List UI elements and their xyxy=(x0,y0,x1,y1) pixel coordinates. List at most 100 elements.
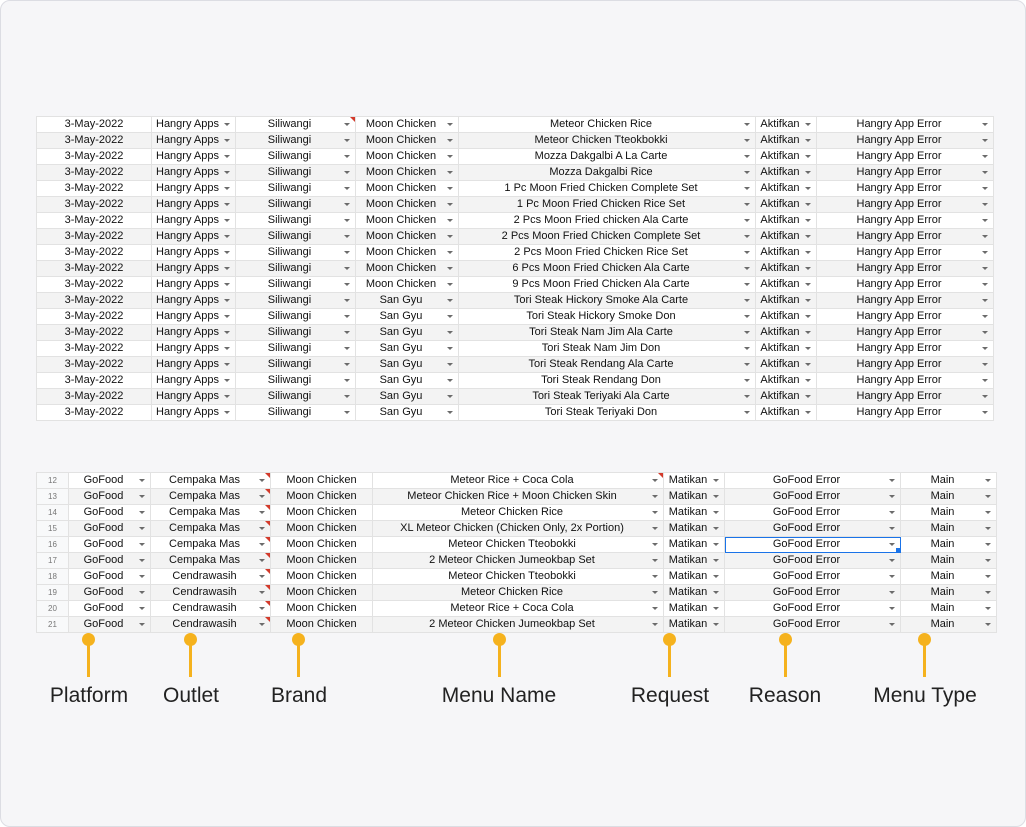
request-cell[interactable]: Aktifkan xyxy=(755,212,817,229)
date-cell[interactable]: 3-May-2022 xyxy=(36,340,152,357)
request-cell[interactable]: Matikan xyxy=(663,568,725,585)
brand-cell[interactable]: Moon Chicken xyxy=(270,536,373,553)
outlet-cell[interactable]: Siliwangi xyxy=(235,260,356,277)
platform-cell[interactable]: Hangry Apps xyxy=(151,388,236,405)
outlet-cell[interactable]: Cempaka Mas xyxy=(150,552,271,569)
menu-cell[interactable]: 1 Pc Moon Fried Chicken Complete Set xyxy=(458,180,756,197)
row-number[interactable]: 13 xyxy=(36,488,69,505)
brand-cell[interactable]: San Gyu xyxy=(355,356,459,373)
menu-cell[interactable]: Tori Steak Nam Jim Don xyxy=(458,340,756,357)
platform-cell[interactable]: Hangry Apps xyxy=(151,308,236,325)
reason-cell[interactable]: Hangry App Error xyxy=(816,356,994,373)
platform-cell[interactable]: GoFood xyxy=(68,504,151,521)
menu-type-cell[interactable]: Main xyxy=(900,520,997,537)
row-number[interactable]: 19 xyxy=(36,584,69,601)
platform-cell[interactable]: Hangry Apps xyxy=(151,116,236,133)
brand-cell[interactable]: San Gyu xyxy=(355,372,459,389)
menu-cell[interactable]: 2 Meteor Chicken Jumeokbap Set xyxy=(372,552,664,569)
menu-type-cell[interactable]: Main xyxy=(900,552,997,569)
date-cell[interactable]: 3-May-2022 xyxy=(36,292,152,309)
request-cell[interactable]: Aktifkan xyxy=(755,132,817,149)
menu-type-cell[interactable]: Main xyxy=(900,584,997,601)
menu-cell[interactable]: Tori Steak Hickory Smoke Don xyxy=(458,308,756,325)
reason-cell[interactable]: GoFood Error xyxy=(724,552,901,569)
reason-cell[interactable]: Hangry App Error xyxy=(816,388,994,405)
reason-cell[interactable]: Hangry App Error xyxy=(816,244,994,261)
menu-cell[interactable]: 2 Pcs Moon Fried chicken Ala Carte xyxy=(458,212,756,229)
brand-cell[interactable]: San Gyu xyxy=(355,292,459,309)
reason-cell[interactable]: GoFood Error xyxy=(724,472,901,489)
menu-cell[interactable]: 2 Pcs Moon Fried Chicken Complete Set xyxy=(458,228,756,245)
menu-type-cell[interactable]: Main xyxy=(900,568,997,585)
reason-cell[interactable]: Hangry App Error xyxy=(816,212,994,229)
reason-cell-selected[interactable]: GoFood Error xyxy=(724,536,901,553)
brand-cell[interactable]: Moon Chicken xyxy=(355,148,459,165)
platform-cell[interactable]: GoFood xyxy=(68,600,151,617)
request-cell[interactable]: Matikan xyxy=(663,472,725,489)
platform-cell[interactable]: Hangry Apps xyxy=(151,260,236,277)
request-cell[interactable]: Aktifkan xyxy=(755,292,817,309)
brand-cell[interactable]: Moon Chicken xyxy=(355,116,459,133)
date-cell[interactable]: 3-May-2022 xyxy=(36,324,152,341)
platform-cell[interactable]: GoFood xyxy=(68,536,151,553)
outlet-cell[interactable]: Siliwangi xyxy=(235,116,356,133)
platform-cell[interactable]: GoFood xyxy=(68,552,151,569)
row-number[interactable]: 16 xyxy=(36,536,69,553)
platform-cell[interactable]: Hangry Apps xyxy=(151,132,236,149)
platform-cell[interactable]: Hangry Apps xyxy=(151,340,236,357)
request-cell[interactable]: Aktifkan xyxy=(755,308,817,325)
request-cell[interactable]: Aktifkan xyxy=(755,260,817,277)
menu-cell[interactable]: Tori Steak Rendang Don xyxy=(458,372,756,389)
request-cell[interactable]: Matikan xyxy=(663,600,725,617)
outlet-cell[interactable]: Siliwangi xyxy=(235,228,356,245)
date-cell[interactable]: 3-May-2022 xyxy=(36,212,152,229)
outlet-cell[interactable]: Siliwangi xyxy=(235,324,356,341)
brand-cell[interactable]: San Gyu xyxy=(355,308,459,325)
menu-type-cell[interactable]: Main xyxy=(900,472,997,489)
request-cell[interactable]: Aktifkan xyxy=(755,340,817,357)
row-number[interactable]: 15 xyxy=(36,520,69,537)
outlet-cell[interactable]: Cendrawasih xyxy=(150,616,271,633)
reason-cell[interactable]: Hangry App Error xyxy=(816,180,994,197)
platform-cell[interactable]: GoFood xyxy=(68,584,151,601)
brand-cell[interactable]: Moon Chicken xyxy=(270,600,373,617)
menu-cell[interactable]: Meteor Chicken Rice xyxy=(458,116,756,133)
brand-cell[interactable]: Moon Chicken xyxy=(270,520,373,537)
reason-cell[interactable]: Hangry App Error xyxy=(816,372,994,389)
request-cell[interactable]: Aktifkan xyxy=(755,148,817,165)
outlet-cell[interactable]: Siliwangi xyxy=(235,388,356,405)
menu-cell[interactable]: Meteor Chicken Tteokbokki xyxy=(458,132,756,149)
reason-cell[interactable]: Hangry App Error xyxy=(816,116,994,133)
menu-type-cell[interactable]: Main xyxy=(900,488,997,505)
reason-cell[interactable]: GoFood Error xyxy=(724,488,901,505)
platform-cell[interactable]: Hangry Apps xyxy=(151,372,236,389)
reason-cell[interactable]: Hangry App Error xyxy=(816,340,994,357)
reason-cell[interactable]: GoFood Error xyxy=(724,616,901,633)
row-number[interactable]: 14 xyxy=(36,504,69,521)
brand-cell[interactable]: Moon Chicken xyxy=(355,132,459,149)
brand-cell[interactable]: San Gyu xyxy=(355,388,459,405)
menu-cell[interactable]: 9 Pcs Moon Fried Chicken Ala Carte xyxy=(458,276,756,293)
outlet-cell[interactable]: Siliwangi xyxy=(235,164,356,181)
brand-cell[interactable]: Moon Chicken xyxy=(270,552,373,569)
date-cell[interactable]: 3-May-2022 xyxy=(36,116,152,133)
reason-cell[interactable]: Hangry App Error xyxy=(816,132,994,149)
brand-cell[interactable]: Moon Chicken xyxy=(270,472,373,489)
platform-cell[interactable]: Hangry Apps xyxy=(151,148,236,165)
outlet-cell[interactable]: Cendrawasih xyxy=(150,600,271,617)
platform-cell[interactable]: GoFood xyxy=(68,616,151,633)
brand-cell[interactable]: Moon Chicken xyxy=(355,228,459,245)
outlet-cell[interactable]: Siliwangi xyxy=(235,340,356,357)
date-cell[interactable]: 3-May-2022 xyxy=(36,276,152,293)
menu-cell[interactable]: Mozza Dakgalbi A La Carte xyxy=(458,148,756,165)
request-cell[interactable]: Matikan xyxy=(663,488,725,505)
outlet-cell[interactable]: Siliwangi xyxy=(235,372,356,389)
request-cell[interactable]: Matikan xyxy=(663,584,725,601)
brand-cell[interactable]: Moon Chicken xyxy=(355,164,459,181)
request-cell[interactable]: Aktifkan xyxy=(755,276,817,293)
reason-cell[interactable]: Hangry App Error xyxy=(816,196,994,213)
date-cell[interactable]: 3-May-2022 xyxy=(36,228,152,245)
request-cell[interactable]: Matikan xyxy=(663,520,725,537)
brand-cell[interactable]: Moon Chicken xyxy=(270,504,373,521)
outlet-cell[interactable]: Cempaka Mas xyxy=(150,488,271,505)
